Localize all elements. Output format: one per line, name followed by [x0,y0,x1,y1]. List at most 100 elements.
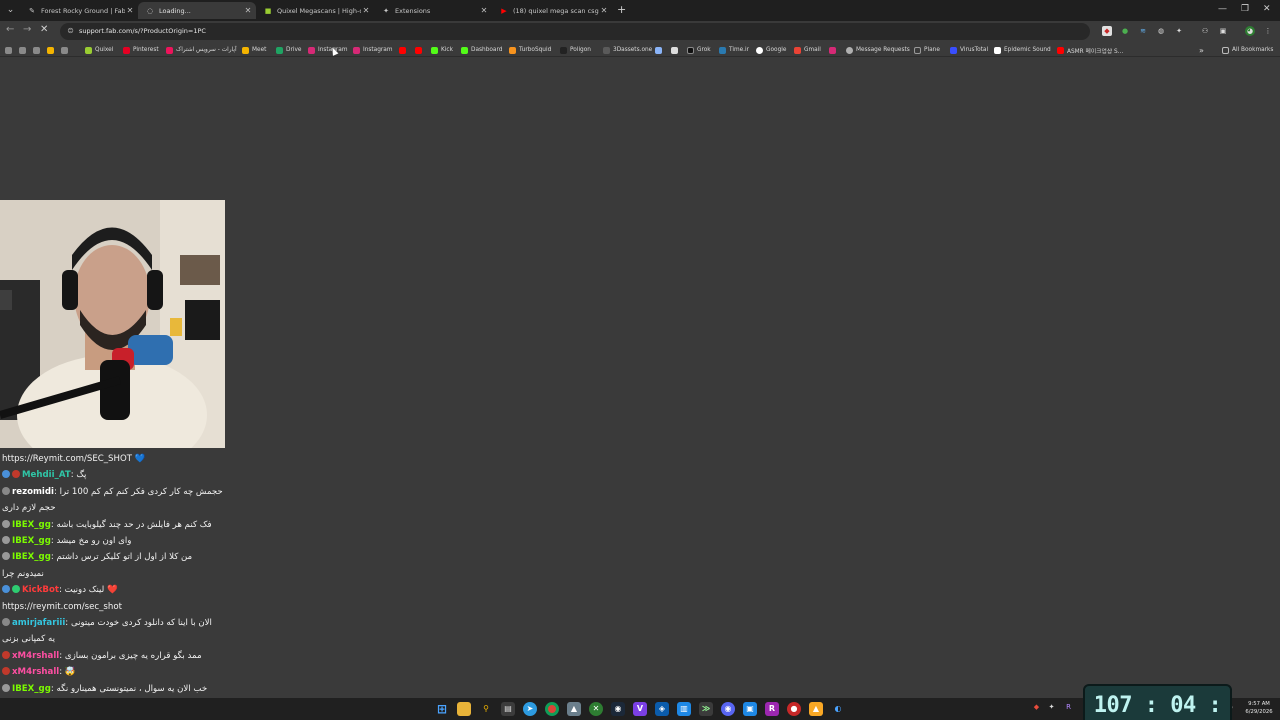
extension-icon[interactable]: ● [1120,26,1130,36]
bookmark-instagram[interactable]: Instagram [353,45,393,55]
bookmark-icon[interactable] [33,45,43,55]
grid-app-icon[interactable]: ▥ [677,702,691,716]
forward-icon[interactable]: → [23,24,31,35]
chat-username[interactable]: rezomidi [12,487,54,497]
steam-icon[interactable]: ◉ [611,702,625,716]
notes-icon[interactable]: ▤ [501,702,515,716]
tab-search-icon[interactable]: ⌄ [4,4,17,17]
app-icon[interactable]: ▲ [567,702,581,716]
menu-icon[interactable]: ⋮ [1263,26,1273,36]
bookmarks-overflow-icon[interactable]: » [1199,45,1204,55]
extension-icon[interactable]: ◍ [1156,26,1166,36]
terminal-icon[interactable]: ≫ [699,702,713,716]
folder-icon [1222,46,1229,54]
tab-youtube[interactable]: ▶ (18) quixel mega scan csgo ma... ✕ [492,2,612,19]
bookmark-poligon[interactable]: Poligon [560,45,591,55]
record-icon[interactable]: ● [787,702,801,716]
bookmark-turbosquid[interactable]: TurboSquid [509,45,551,55]
chat-username[interactable]: Mehdii_AT [22,470,71,480]
chat-username[interactable]: IBEX_gg [12,520,51,530]
all-bookmarks[interactable]: All Bookmarks [1222,45,1273,55]
chat-username[interactable]: KickBot [22,585,59,595]
address-url[interactable]: support.fab.com/s/?ProductOrigin=1PC [79,26,206,37]
bookmark-icon[interactable] [47,45,57,55]
tab-loading[interactable]: ◌ Loading... ✕ [138,2,256,19]
chrome-icon[interactable] [545,702,559,716]
blender-icon[interactable]: ◈ [655,702,669,716]
toolbar: ← → ✕ ⊜ support.fab.com/s/?ProductOrigin… [0,21,1280,42]
bookmark-message-requests[interactable]: Message Requests [846,45,910,55]
telegram-icon[interactable]: ➤ [523,702,537,716]
bookmark-asmr[interactable]: ASMR 메이크업샵 S... [1057,45,1123,55]
photos-icon[interactable]: ▣ [743,702,757,716]
tray-icon[interactable]: R [1064,703,1073,712]
file-explorer-icon[interactable] [457,702,471,716]
bookmark-instagram[interactable] [829,45,839,55]
bookmark-plane[interactable]: Plane [914,45,940,55]
maximize-icon[interactable]: ❐ [1241,4,1249,14]
back-icon[interactable]: ← [6,24,14,35]
chat-username[interactable]: xM4rshall [12,651,59,661]
bookmark-aparat[interactable]: آپارات - سرویس اشتراک [166,45,237,55]
close-tab-icon[interactable]: ✕ [479,6,489,15]
extension-icon[interactable]: ▣ [1218,26,1228,36]
profile-avatar-icon[interactable]: ◕ [1245,26,1255,36]
bookmark-gmail[interactable]: Gmail [794,45,821,55]
chat-username[interactable]: IBEX_gg [12,684,51,694]
bookmark-meet[interactable]: Meet [242,45,266,55]
tab-quixel-megascans[interactable]: ■ Quixel Megascans | High-quali... ✕ [256,2,374,19]
visual-studio-icon[interactable]: V [633,702,647,716]
extension-icon[interactable]: ◆ [1102,26,1112,36]
stop-loading-icon[interactable]: ✕ [40,24,48,35]
bookmark-timeir[interactable]: Time.ir [719,45,749,55]
apps-icon[interactable] [5,45,15,55]
bookmark-icon[interactable] [19,45,29,55]
chat-username[interactable]: IBEX_gg [12,552,51,562]
tab-extensions[interactable]: ✦ Extensions ✕ [374,2,492,19]
bookmark-grok[interactable]: Grok [687,45,711,55]
tray-icon[interactable]: ✦ [1047,703,1056,712]
chat-badge-icon [12,585,20,594]
bookmark-youtube[interactable] [415,45,425,55]
close-tab-icon[interactable]: ✕ [361,6,371,15]
extensions-puzzle-icon[interactable]: ✦ [1174,26,1184,36]
bookmark-drive[interactable]: Drive [276,45,301,55]
app-icon[interactable]: ▲ [809,702,823,716]
chat-badge-icon [2,585,10,594]
address-bar[interactable]: ⊜ support.fab.com/s/?ProductOrigin=1PC [60,23,1090,40]
bookmark-instagram[interactable]: Instagram [308,45,348,55]
search-icon[interactable]: ⚲ [479,702,493,716]
xbox-icon[interactable]: ✕ [589,702,603,716]
new-tab-button[interactable]: + [617,3,626,16]
bookmark-3dassets[interactable]: 3Dassets.one [603,45,652,55]
site-info-icon[interactable]: ⊜ [65,26,76,37]
close-window-icon[interactable]: ✕ [1263,4,1271,14]
bookmark-youtube[interactable] [399,45,409,55]
minimize-icon[interactable]: — [1218,4,1227,14]
bookmark-google[interactable]: Google [756,45,786,55]
tray-icon[interactable]: ◆ [1032,703,1041,712]
chat-username[interactable]: xM4rshall [12,667,59,677]
bookmark-quixel[interactable]: Quixel [85,45,113,55]
bookmark-dashboard[interactable]: Dashboard [461,45,502,55]
bookmark-sparkle[interactable] [655,45,665,55]
bookmark-epidemic-sound[interactable]: Epidemic Sound [994,45,1051,55]
bookmark-kick[interactable]: Kick [431,45,453,55]
chat-username[interactable]: IBEX_gg [12,536,51,546]
extension-icon[interactable]: ⚇ [1200,26,1210,36]
close-tab-icon[interactable]: ✕ [599,6,609,15]
close-tab-icon[interactable]: ✕ [243,6,253,15]
windows-start-icon[interactable]: ⊞ [435,702,449,716]
taskbar-clock[interactable]: 9:57 AM 6/29/2026 [1240,700,1278,716]
bookmark-blank[interactable] [671,45,681,55]
chat-username[interactable]: amirjafariii [12,618,65,628]
grid-icon[interactable] [61,45,71,55]
bookmark-virustotal[interactable]: VirusTotal [950,45,988,55]
bookmark-pinterest[interactable]: Pinterest [123,45,159,55]
rider-icon[interactable]: R [765,702,779,716]
close-tab-icon[interactable]: ✕ [125,6,135,15]
app-icon[interactable]: ◐ [831,702,845,716]
extension-icon[interactable]: ≋ [1138,26,1148,36]
tab-forest-rocky-ground[interactable]: ✎ Forest Rocky Ground | Fab ✕ [20,2,138,19]
discord-icon[interactable]: ◉ [721,702,735,716]
